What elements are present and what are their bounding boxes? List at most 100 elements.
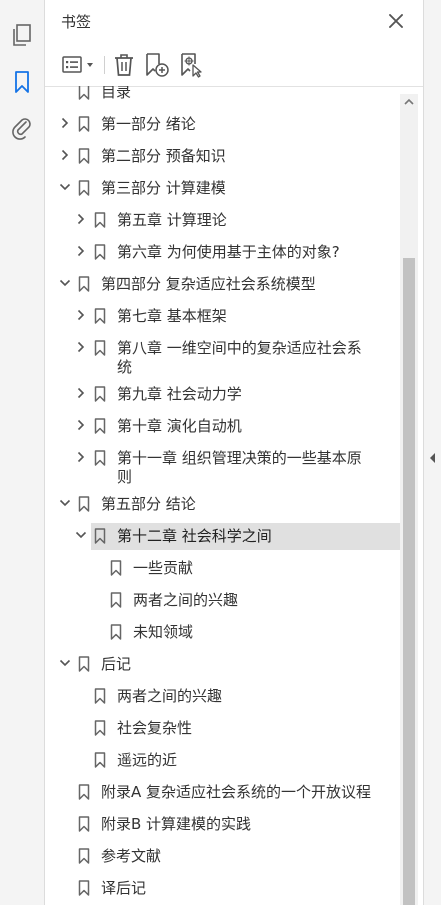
bookmark-icon xyxy=(94,212,106,228)
bookmark-icon xyxy=(78,496,90,512)
chevron-down-icon[interactable] xyxy=(59,277,71,289)
bookmark-icon xyxy=(94,450,106,466)
bookmark-icon xyxy=(78,276,90,292)
bookmark-label: 第五章 计算理论 xyxy=(117,211,227,229)
bookmark-row[interactable]: 社会复杂性 xyxy=(45,712,400,744)
bookmark-row[interactable]: 第十二章 社会科学之间 xyxy=(45,520,400,552)
chevron-down-icon[interactable] xyxy=(75,529,87,541)
bookmark-row[interactable]: 第八章 一维空间中的复杂适应社会系统 xyxy=(45,332,400,378)
bookmark-label: 译后记 xyxy=(101,879,147,897)
panel-header: 书签 xyxy=(45,0,423,44)
pages-icon[interactable] xyxy=(9,22,35,48)
bookmark-row[interactable]: 附录B 计算建模的实践 xyxy=(45,808,400,840)
scrollbar-thumb[interactable] xyxy=(403,258,415,905)
bookmark-row[interactable]: 第五部分 结论 xyxy=(45,488,400,520)
bookmark-row[interactable]: 第二部分 预备知识 xyxy=(45,140,400,172)
bookmark-label: 第四部分 复杂适应社会系统模型 xyxy=(101,275,316,293)
bookmark-label: 未知领域 xyxy=(133,623,194,641)
right-collapse-strip xyxy=(423,0,441,905)
chevron-down-icon[interactable] xyxy=(59,497,71,509)
bookmark-label: 遥远的近 xyxy=(117,751,178,769)
bookmark-label: 参考文献 xyxy=(101,847,162,865)
delete-button[interactable] xyxy=(111,51,137,79)
bookmark-label: 第八章 一维空间中的复杂适应社会系 xyxy=(117,339,362,357)
close-icon[interactable] xyxy=(385,10,407,32)
bookmark-row[interactable]: 第七章 基本框架 xyxy=(45,300,400,332)
bookmark-row[interactable]: 第十章 演化自动机 xyxy=(45,410,400,442)
bookmark-icon xyxy=(94,528,106,544)
bookmarks-panel: 书签 目录 第一部分 绪论 第二部分 预备知识 第三部分 计算建模 第五章 计算… xyxy=(45,0,423,905)
bookmark-label: 第十二章 社会科学之间 xyxy=(117,527,272,545)
bookmark-label: 第十章 演化自动机 xyxy=(117,417,242,435)
toolbar-divider xyxy=(104,56,105,74)
chevron-right-icon[interactable] xyxy=(59,149,71,161)
bookmark-icon xyxy=(78,180,90,196)
bookmark-icon xyxy=(94,308,106,324)
panel-title: 书签 xyxy=(61,13,92,31)
bookmark-row[interactable]: 附录A 复杂适应社会系统的一个开放议程 xyxy=(45,776,400,808)
bookmark-row[interactable]: 遥远的近 xyxy=(45,744,400,776)
chevron-right-icon[interactable] xyxy=(75,451,87,463)
new-bookmark-button[interactable] xyxy=(144,51,170,79)
navigation-toolbar xyxy=(0,0,45,905)
bookmark-label: 第七章 基本框架 xyxy=(117,307,227,325)
bookmark-row[interactable]: 目录 xyxy=(45,86,400,108)
scroll-up-arrow-icon[interactable] xyxy=(400,94,418,110)
chevron-right-icon[interactable] xyxy=(75,245,87,257)
bookmark-row[interactable]: 两者之间的兴趣 xyxy=(45,584,400,616)
chevron-right-icon[interactable] xyxy=(75,387,87,399)
bookmark-icon xyxy=(78,784,90,800)
bookmark-icon xyxy=(110,560,122,576)
chevron-right-icon[interactable] xyxy=(75,309,87,321)
bookmark-label: 附录A 复杂适应社会系统的一个开放议程 xyxy=(101,783,372,801)
bookmark-label: 第九章 社会动力学 xyxy=(117,385,242,403)
new-bookmark-from-structure-button[interactable] xyxy=(179,51,205,79)
bookmark-icon xyxy=(94,418,106,434)
bookmark-row[interactable]: 第九章 社会动力学 xyxy=(45,378,400,410)
bookmark-row[interactable]: 一些贡献 xyxy=(45,552,400,584)
bookmark-icon xyxy=(78,848,90,864)
bookmark-label: 附录B 计算建模的实践 xyxy=(101,815,252,833)
bookmark-icon[interactable] xyxy=(9,69,35,95)
bookmark-label: 社会复杂性 xyxy=(117,719,193,737)
chevron-right-icon[interactable] xyxy=(75,341,87,353)
bookmark-row[interactable]: 第六章 为何使用基于主体的对象? xyxy=(45,236,400,268)
bookmark-icon xyxy=(78,116,90,132)
bookmark-icon xyxy=(94,752,106,768)
options-menu-button[interactable] xyxy=(59,51,99,79)
bookmark-icon xyxy=(78,816,90,832)
bookmark-toolbar xyxy=(45,44,423,87)
bookmark-row[interactable]: 第十一章 组织管理决策的一些基本原则 xyxy=(45,442,400,488)
chevron-right-icon[interactable] xyxy=(75,419,87,431)
bookmark-row[interactable]: 未知领域 xyxy=(45,616,400,648)
scrollbar[interactable] xyxy=(400,94,418,905)
chevron-down-icon[interactable] xyxy=(59,657,71,669)
bookmark-icon xyxy=(94,244,106,260)
bookmark-icon xyxy=(78,86,90,100)
options-menu-icon xyxy=(62,56,93,73)
chevron-right-icon[interactable] xyxy=(75,213,87,225)
bookmark-icon xyxy=(110,592,122,608)
bookmark-row[interactable]: 第四部分 复杂适应社会系统模型 xyxy=(45,268,400,300)
attachment-icon[interactable] xyxy=(9,115,35,141)
collapse-arrow-icon[interactable] xyxy=(427,450,439,466)
chevron-down-icon[interactable] xyxy=(59,181,71,193)
bookmark-icon xyxy=(78,880,90,896)
bookmark-row[interactable]: 第一部分 绪论 xyxy=(45,108,400,140)
bookmark-row[interactable]: 译后记 xyxy=(45,872,400,904)
bookmark-label: 两者之间的兴趣 xyxy=(133,591,239,609)
new-bookmark-icon xyxy=(146,53,169,77)
bookmark-label: 第六章 为何使用基于主体的对象? xyxy=(117,243,340,261)
bookmark-label: 后记 xyxy=(101,655,132,673)
bookmark-row[interactable]: 两者之间的兴趣 xyxy=(45,680,400,712)
chevron-right-icon[interactable] xyxy=(59,117,71,129)
bookmark-icon xyxy=(94,688,106,704)
bookmark-row[interactable]: 第五章 计算理论 xyxy=(45,204,400,236)
bookmark-label: 目录 xyxy=(101,86,132,101)
bookmark-row[interactable]: 第三部分 计算建模 xyxy=(45,172,400,204)
bookmark-icon xyxy=(94,720,106,736)
bookmark-row[interactable]: 后记 xyxy=(45,648,400,680)
bookmark-row[interactable]: 参考文献 xyxy=(45,840,400,872)
new-bookmark-from-structure-icon xyxy=(181,53,202,78)
bookmark-label-continuation: 统 xyxy=(117,358,133,376)
